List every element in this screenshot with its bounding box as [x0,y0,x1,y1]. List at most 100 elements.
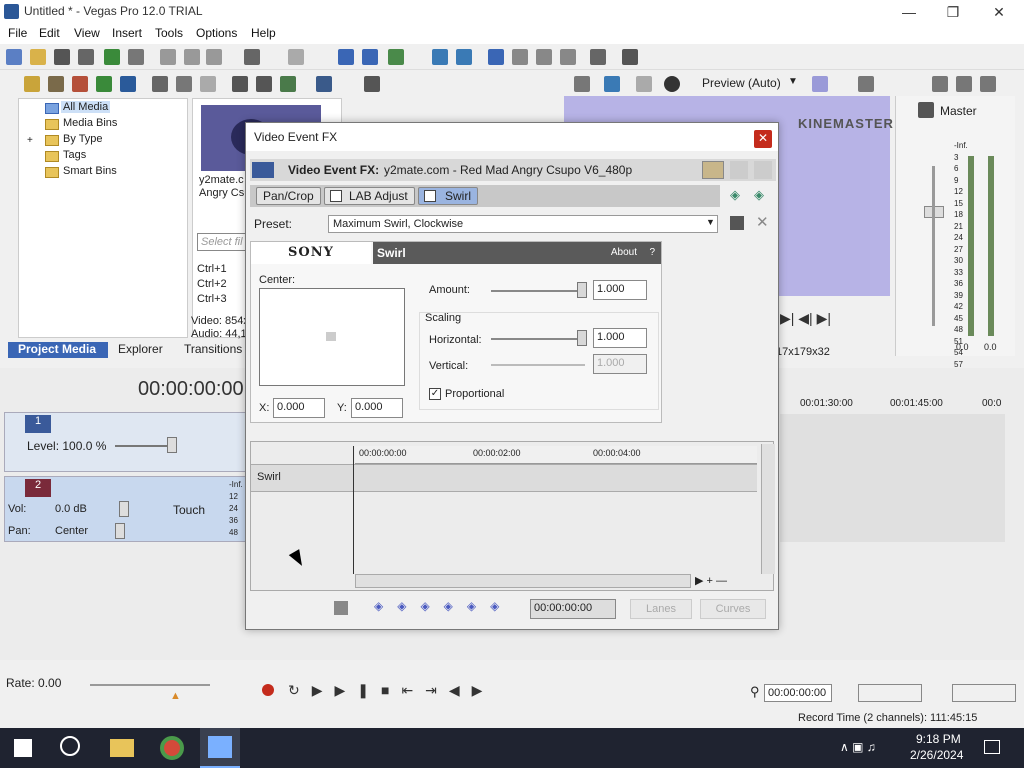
level-slider-track[interactable] [115,445,175,447]
kf-zoom-buttons[interactable]: ▶ + — [695,574,727,587]
menu-help[interactable]: Help [251,26,276,40]
lanes-button[interactable]: Lanes [630,599,692,619]
enable-scrub-icon[interactable] [560,49,576,65]
auto-preview-icon[interactable] [280,76,296,92]
keyframe-time[interactable]: 00:00:00:00 [530,599,616,619]
file-explorer-icon[interactable] [110,739,134,757]
notifications-icon[interactable] [984,740,1000,754]
keyframe-hscrollbar[interactable] [355,574,691,588]
tree-item-smart-bins[interactable]: Smart Bins [63,165,117,177]
auto-ripple-icon[interactable] [488,49,504,65]
rate-slider[interactable] [90,684,210,686]
amount-slider-thumb[interactable] [577,282,587,298]
undo-icon[interactable] [244,49,260,65]
fx-grid-view-button[interactable] [754,161,772,179]
ignore-grouping-icon[interactable] [536,49,552,65]
envelope-tool-icon[interactable] [362,49,378,65]
center-picker[interactable] [259,288,405,386]
normal-edit-tool-icon[interactable] [338,49,354,65]
x-input[interactable]: 0.000 [273,398,325,418]
menu-file[interactable]: File [8,26,27,40]
tab-project-media[interactable]: Project Media [8,342,108,358]
keyframe-row[interactable]: Swirl [251,464,757,492]
copy-snapshot-icon[interactable] [858,76,874,92]
menu-options[interactable]: Options [196,26,237,40]
new-icon[interactable] [6,49,22,65]
tab-explorer[interactable]: Explorer [118,342,163,356]
capture-video-icon[interactable] [48,76,64,92]
views-icon[interactable] [316,76,332,92]
vol-slider-thumb[interactable] [119,501,129,517]
chevron-down-icon[interactable]: ▼ [706,217,715,227]
fx-list-view-button[interactable] [730,161,748,179]
tree-item-media-bins[interactable]: Media Bins [63,117,117,129]
curves-button[interactable]: Curves [700,599,766,619]
chevron-down-icon[interactable]: ▼ [788,76,798,87]
remove-media-icon[interactable] [152,76,168,92]
expand-icon[interactable]: + [27,135,33,146]
horizontal-slider-track[interactable] [491,338,585,340]
preview-properties-icon[interactable] [574,76,590,92]
vegas-taskbar-button[interactable] [200,728,240,768]
record-button[interactable] [262,684,274,696]
timeline-tracks[interactable] [780,414,1005,542]
media-properties-icon[interactable] [176,76,192,92]
video-track-header[interactable]: 1 Level: 100.0 % [4,412,250,472]
get-media-web-icon[interactable] [72,76,88,92]
open-icon[interactable] [30,49,46,65]
keyframe-cursor[interactable] [353,446,354,574]
start-icon[interactable] [14,739,32,757]
remove-plugin-icon[interactable]: ◈ [754,187,764,203]
preview-quality-dropdown[interactable]: Preview (Auto) [702,76,781,90]
start-preview-icon[interactable] [232,76,248,92]
media-fx-icon[interactable] [200,76,216,92]
search-media-icon[interactable] [364,76,380,92]
save-icon[interactable] [54,49,70,65]
tray-icons[interactable]: ∧ ▣ ♫ [840,740,876,754]
auto-crossfade-icon[interactable] [456,49,472,65]
search-icon[interactable] [60,736,80,756]
master-fader-track[interactable] [932,166,935,326]
selection-tool-icon[interactable] [388,49,404,65]
level-slider-thumb[interactable] [167,437,177,453]
fx-chain-view-button[interactable] [702,161,724,179]
transport-controls[interactable]: ↻▶▶❚■⇤⇥◀▶ [288,682,494,699]
automation-mode[interactable]: Touch [173,503,205,517]
amount-slider-track[interactable] [491,290,585,292]
mixer-insert-bus-icon[interactable] [956,76,972,92]
preview-transport-icons[interactable]: ▶| ◀| ▶| [780,310,831,327]
keyframe-ruler[interactable]: 00:00:00:00 00:00:02:00 00:00:04:00 [355,446,757,464]
loop-region-field[interactable] [952,684,1016,702]
close-window-button[interactable]: ✕ [976,2,1022,22]
overlays-icon[interactable] [812,76,828,92]
external-monitor-icon[interactable] [604,76,620,92]
horizontal-input[interactable]: 1.000 [593,328,647,348]
audio-track-header[interactable]: 2 Vol: 0.0 dB Touch Pan: Center -Inf. 12 2… [4,476,250,542]
help-link[interactable]: ? [649,247,655,258]
tree-item-all-media[interactable]: All Media [61,101,111,113]
y-input[interactable]: 0.000 [351,398,403,418]
render-icon[interactable] [104,49,120,65]
keyframe-vscrollbar[interactable] [761,444,775,574]
lock-envelopes-icon[interactable] [512,49,528,65]
save-as-icon[interactable] [78,49,94,65]
redo-icon[interactable] [288,49,304,65]
chain-pan-crop[interactable]: Pan/Crop [256,187,321,205]
dialog-close-button[interactable]: ✕ [754,130,772,148]
media-generators-icon[interactable] [120,76,136,92]
video-fx-icon[interactable] [636,76,652,92]
lab-adjust-checkbox[interactable] [330,190,342,202]
keyframe-nav-icons[interactable]: ◈◈◈◈◈◈ [374,599,513,613]
copy-icon[interactable] [184,49,200,65]
pan-slider-thumb[interactable] [115,523,125,539]
import-media-icon[interactable] [24,76,40,92]
sync-cursor-icon[interactable] [334,601,348,615]
tab-transitions[interactable]: Transitions [184,342,242,356]
markers-icon[interactable] [590,49,606,65]
properties-icon[interactable] [128,49,144,65]
menu-view[interactable]: View [74,26,100,40]
menu-edit[interactable]: Edit [39,26,60,40]
whats-this-help-icon[interactable] [622,49,638,65]
swirl-checkbox[interactable] [424,190,436,202]
mixer-properties-icon[interactable] [932,76,948,92]
